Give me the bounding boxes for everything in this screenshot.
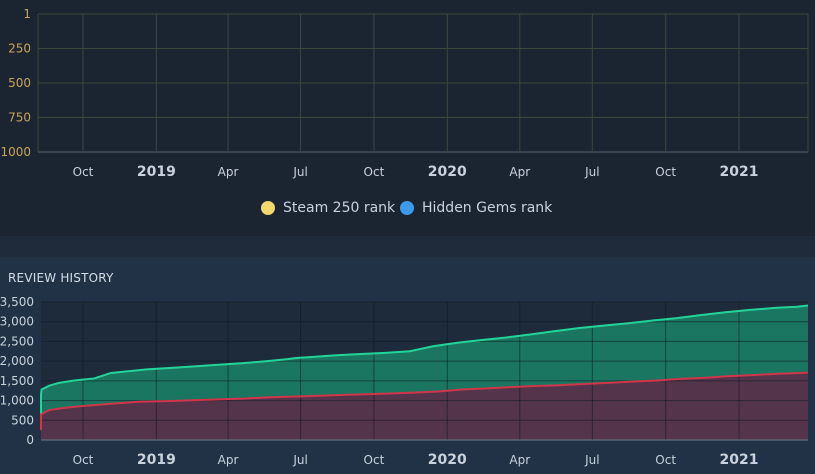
review-y-tick-label: 1,500 bbox=[0, 374, 34, 388]
review-x-tick-label: 2019 bbox=[137, 452, 176, 468]
steam-rank-page: 1 250 500 750 1000 Oct 2019 Apr Jul Oct 2020 Apr Jul… bbox=[0, 0, 815, 474]
rank-x-tick-label: Apr bbox=[509, 165, 530, 179]
rank-y-tick-label: 500 bbox=[8, 76, 31, 90]
rank-chart-legend: Steam 250 rank Hidden Gems rank bbox=[0, 196, 815, 220]
review-y-tick-label: 500 bbox=[11, 413, 34, 427]
review-history-chart: 0 500 1,000 1,500 2,000 2,500 3,000 3,500 Oct 201… bbox=[0, 295, 809, 468]
rank-y-tick-label: 1 bbox=[23, 7, 31, 21]
rank-y-tick-label: 250 bbox=[8, 42, 31, 56]
rank-x-tick-label: Oct bbox=[73, 165, 94, 179]
review-history-panel: 0 500 1,000 1,500 2,000 2,500 3,000 3,500 Oct 201… bbox=[0, 257, 815, 474]
rank-x-tick-label: Jul bbox=[584, 165, 599, 179]
section-divider bbox=[0, 236, 815, 257]
review-x-tick-label: Apr bbox=[218, 453, 239, 467]
review-y-tick-label: 3,000 bbox=[0, 315, 34, 329]
review-y-tick-label: 2,000 bbox=[0, 354, 34, 368]
review-y-tick-label: 3,500 bbox=[0, 295, 34, 309]
rank-x-tick-label: 2020 bbox=[428, 164, 467, 180]
rank-y-tick-label: 750 bbox=[8, 111, 31, 125]
review-x-tick-label: Oct bbox=[73, 453, 94, 467]
review-x-tick-label: Oct bbox=[655, 453, 676, 467]
review-x-tick-label: Jul bbox=[292, 453, 307, 467]
rank-x-tick-label: Jul bbox=[292, 165, 307, 179]
rank-x-tick-label: Apr bbox=[218, 165, 239, 179]
review-x-tick-label: Oct bbox=[364, 453, 385, 467]
rank-chart: 1 250 500 750 1000 Oct 2019 Apr Jul Oct 2020 Apr Jul… bbox=[0, 7, 809, 180]
review-x-tick-label: Apr bbox=[509, 453, 530, 467]
legend-item-steam-250[interactable]: Steam 250 rank bbox=[261, 196, 395, 220]
legend-label-hidden-gems: Hidden Gems rank bbox=[422, 200, 553, 216]
rank-x-tick-label: Oct bbox=[364, 165, 385, 179]
review-x-tick-label: 2020 bbox=[428, 452, 467, 468]
review-x-tick-label: 2021 bbox=[720, 452, 759, 468]
steam-250-dot-icon bbox=[261, 201, 275, 215]
rank-x-tick-label: Oct bbox=[655, 165, 676, 179]
review-y-tick-label: 2,500 bbox=[0, 334, 34, 348]
rank-x-tick-label: 2019 bbox=[137, 164, 176, 180]
legend-label-steam-250: Steam 250 rank bbox=[283, 200, 396, 216]
rank-x-tick-label: 2021 bbox=[720, 164, 759, 180]
review-history-title: REVIEW HISTORY bbox=[8, 271, 114, 285]
review-y-tick-label: 1,000 bbox=[0, 394, 34, 408]
review-y-tick-label: 0 bbox=[26, 433, 34, 447]
review-x-tick-label: Jul bbox=[584, 453, 599, 467]
hidden-gems-dot-icon bbox=[400, 201, 414, 215]
rank-y-tick-label: 1000 bbox=[0, 145, 31, 159]
legend-item-hidden-gems[interactable]: Hidden Gems rank bbox=[400, 196, 552, 220]
